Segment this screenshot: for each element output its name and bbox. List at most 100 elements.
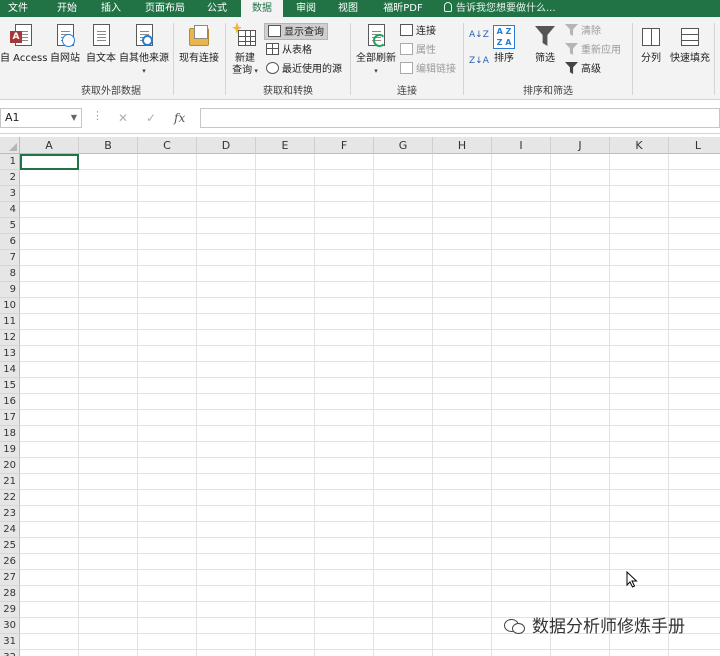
row-header[interactable]: 11: [0, 314, 20, 330]
tab-insert[interactable]: 插入: [92, 0, 130, 17]
flash-fill-icon: [677, 22, 703, 50]
clear-filter-button[interactable]: 清除: [565, 23, 601, 40]
row-header[interactable]: 19: [0, 442, 20, 458]
row-header[interactable]: 18: [0, 426, 20, 442]
filter-button[interactable]: 筛选: [530, 22, 560, 65]
column-header[interactable]: C: [138, 137, 197, 154]
row-header[interactable]: 7: [0, 250, 20, 266]
column-header[interactable]: L: [669, 137, 720, 154]
formula-bar: A1 ▼ ⋮ ✕ ✓ fx: [0, 100, 720, 134]
row-header[interactable]: 8: [0, 266, 20, 282]
properties-button[interactable]: 属性: [400, 42, 436, 59]
row-header[interactable]: 23: [0, 506, 20, 522]
flash-fill-button[interactable]: 快速填充: [668, 22, 712, 65]
row-header[interactable]: 12: [0, 330, 20, 346]
column-header[interactable]: A: [20, 137, 79, 154]
new-query-button[interactable]: 新建 查询 ▾: [228, 22, 262, 77]
column-header[interactable]: H: [433, 137, 492, 154]
cell-area[interactable]: [20, 154, 720, 656]
properties-icon: [400, 43, 413, 55]
row-header[interactable]: 5: [0, 218, 20, 234]
row-header[interactable]: 6: [0, 234, 20, 250]
sort-button[interactable]: A ZZ A 排序: [489, 22, 519, 65]
row-header[interactable]: 31: [0, 634, 20, 650]
from-table-button[interactable]: 从表格: [266, 42, 312, 59]
row-header[interactable]: 1: [0, 154, 20, 170]
row-header[interactable]: 13: [0, 346, 20, 362]
refresh-all-button[interactable]: 全部刷新 ▾: [354, 22, 398, 77]
row-header[interactable]: 16: [0, 394, 20, 410]
row-header[interactable]: 26: [0, 554, 20, 570]
tab-review[interactable]: 审阅: [288, 0, 324, 17]
column-header[interactable]: K: [610, 137, 669, 154]
from-text-button[interactable]: 自文本: [84, 22, 118, 65]
resize-handle-icon[interactable]: ⋮: [92, 109, 103, 122]
existing-connections-button[interactable]: 现有连接: [176, 22, 222, 65]
reapply-button[interactable]: 重新应用: [565, 42, 621, 59]
advanced-filter-button[interactable]: 高级: [565, 61, 601, 78]
show-queries-button[interactable]: 显示查询: [264, 23, 328, 40]
row-header[interactable]: 10: [0, 298, 20, 314]
row-header[interactable]: 3: [0, 186, 20, 202]
group-divider: [632, 23, 633, 95]
column-header[interactable]: J: [551, 137, 610, 154]
row-header[interactable]: 20: [0, 458, 20, 474]
row-header[interactable]: 22: [0, 490, 20, 506]
tab-file[interactable]: 文件: [0, 0, 36, 17]
recent-sources-button[interactable]: 最近使用的源: [266, 61, 342, 78]
group-divider: [714, 23, 715, 95]
row-header[interactable]: 29: [0, 602, 20, 618]
tab-foxit-pdf[interactable]: 福昕PDF: [374, 0, 432, 17]
cancel-icon[interactable]: ✕: [118, 108, 128, 128]
tab-home[interactable]: 开始: [48, 0, 86, 17]
formula-input[interactable]: [200, 108, 720, 128]
row-header[interactable]: 27: [0, 570, 20, 586]
column-header[interactable]: G: [374, 137, 433, 154]
wechat-icon: [504, 618, 526, 634]
text-to-columns-button[interactable]: 分列: [636, 22, 666, 65]
chevron-down-icon: ▾: [252, 67, 258, 75]
confirm-icon[interactable]: ✓: [146, 108, 156, 128]
from-web-button[interactable]: 自网站: [48, 22, 82, 65]
from-other-sources-button[interactable]: 自其他来源 ▾: [118, 22, 170, 77]
row-header[interactable]: 24: [0, 522, 20, 538]
tab-view[interactable]: 视图: [330, 0, 366, 17]
row-header[interactable]: 21: [0, 474, 20, 490]
watermark: 数据分析师修炼手册: [504, 612, 685, 637]
row-header[interactable]: 4: [0, 202, 20, 218]
row-header[interactable]: 14: [0, 362, 20, 378]
tab-formulas[interactable]: 公式: [198, 0, 236, 17]
tab-data[interactable]: 数据: [241, 0, 283, 17]
column-header[interactable]: I: [492, 137, 551, 154]
column-header[interactable]: D: [197, 137, 256, 154]
from-access-button[interactable]: A 自 Access: [0, 22, 47, 65]
column-header[interactable]: F: [315, 137, 374, 154]
sort-descending-button[interactable]: Z↓A: [469, 53, 489, 70]
row-header[interactable]: 30: [0, 618, 20, 634]
link-icon: [400, 62, 413, 74]
ribbon-tab-bar: 文件 开始 插入 页面布局 公式 数据 审阅 视图 福昕PDF 告诉我您想要做什…: [0, 0, 720, 17]
tab-page-layout[interactable]: 页面布局: [138, 0, 192, 17]
row-header[interactable]: 15: [0, 378, 20, 394]
active-cell-a1[interactable]: [20, 154, 79, 170]
edit-links-button[interactable]: 编辑链接: [400, 61, 456, 78]
row-header[interactable]: 32: [0, 650, 20, 656]
column-header[interactable]: B: [79, 137, 138, 154]
row-header[interactable]: 17: [0, 410, 20, 426]
name-box[interactable]: A1 ▼: [0, 108, 82, 128]
web-icon: [52, 22, 78, 50]
row-header[interactable]: 25: [0, 538, 20, 554]
connections-button[interactable]: 连接: [400, 23, 436, 40]
chevron-down-icon[interactable]: ▼: [71, 109, 77, 127]
row-header[interactable]: 28: [0, 586, 20, 602]
tell-me-box[interactable]: 告诉我您想要做什么...: [444, 0, 556, 17]
sort-ascending-button[interactable]: A↓Z: [469, 27, 489, 44]
watermark-text: 数据分析师修炼手册: [532, 617, 685, 637]
row-header[interactable]: 9: [0, 282, 20, 298]
row-header[interactable]: 2: [0, 170, 20, 186]
reapply-icon: [565, 43, 578, 55]
chevron-down-icon: ▾: [374, 67, 378, 75]
column-header[interactable]: E: [256, 137, 315, 154]
select-all-button[interactable]: [0, 137, 20, 154]
insert-function-button[interactable]: fx: [174, 108, 185, 128]
